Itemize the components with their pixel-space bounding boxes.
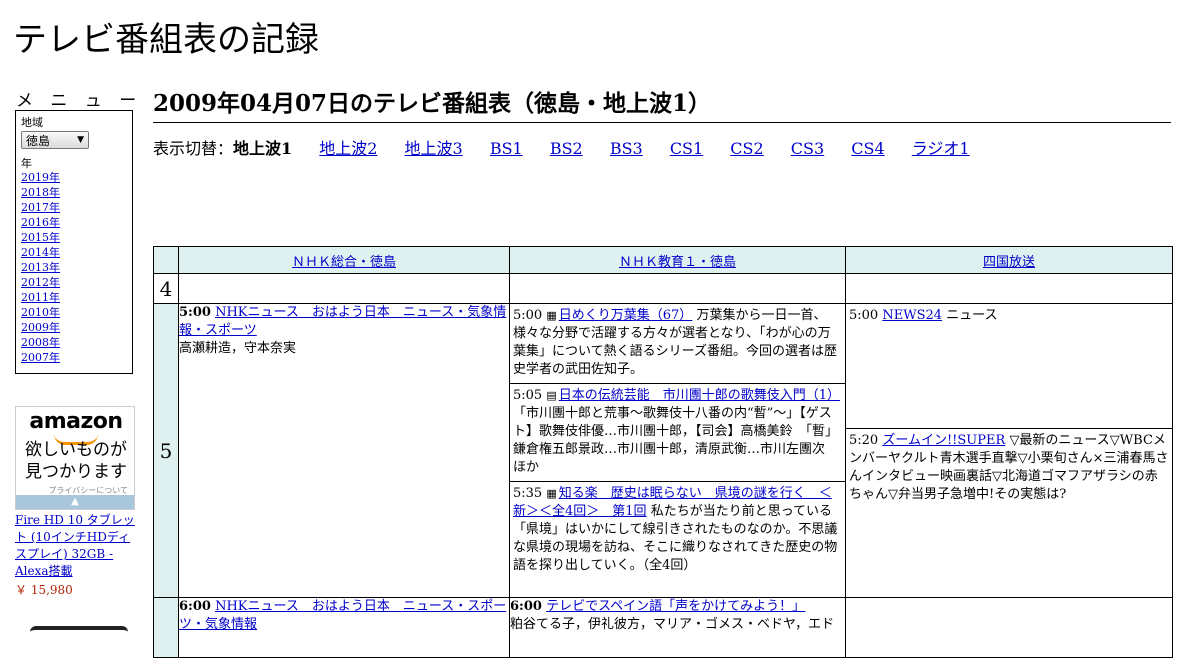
switcher-link-cs4[interactable]: CS4 — [851, 139, 884, 158]
channel-header: ＮＨＫ総合・徳島 — [178, 246, 510, 274]
program-cell: 5:20 ズームイン!!SUPER ▽最新のニュース▽WBCメンバーヤクルト青木… — [846, 429, 1172, 597]
program-time: 5:35 — [513, 486, 543, 501]
empty-slot — [178, 273, 510, 304]
program-tv-icon: ▦ — [546, 487, 557, 500]
switcher-link-radio1[interactable]: ラジオ1 — [912, 139, 970, 158]
switcher-link-cs2[interactable]: CS2 — [730, 139, 763, 158]
ad-next-image — [30, 626, 128, 640]
year-link[interactable]: 2016年 — [21, 216, 60, 229]
year-link[interactable]: 2011年 — [21, 291, 60, 304]
program-cell: 5:35 ▦ 知る楽 歴史は眠らない 県境の謎を行く ＜新＞＜全4回＞ 第1回 私… — [510, 482, 845, 597]
program-time: 5:00 — [179, 305, 211, 320]
program-title-link[interactable]: テレビでスペイン語「声をかけてみよう！」 — [546, 599, 805, 614]
region-select-value: 徳島 — [26, 133, 51, 148]
program-desc: 高瀬耕造，守本奈実 — [179, 341, 297, 356]
year-link[interactable]: 2013年 — [21, 261, 60, 274]
ad-collapse-bar[interactable]: ▲ — [16, 495, 134, 509]
program-desc: ニュース — [946, 308, 998, 323]
ad-price: ￥ 15,980 — [15, 583, 73, 597]
region-label: 地域 — [21, 116, 43, 129]
hour-cell: 4 — [153, 273, 179, 304]
switcher-link-cs1[interactable]: CS1 — [670, 139, 703, 158]
program-cell: 5:00 NEWS24 ニュース — [846, 304, 1172, 429]
program-time: 6:00 — [179, 599, 211, 614]
ad-copy: 欲しいものが 見つかります — [16, 439, 136, 483]
year-link[interactable]: 2015年 — [21, 231, 60, 244]
program-title-link[interactable]: ズームイン!!SUPER — [882, 433, 1005, 448]
program-cell: 5:05 ▤ 日本の伝統芸能 市川團十郎の歌舞伎入門（1） 「市川團十郎と荒事～歌… — [510, 384, 845, 482]
ad-banner[interactable]: amazon 欲しいものが 見つかります プライバシーについて ▲ — [15, 406, 135, 510]
year-link[interactable]: 2018年 — [21, 186, 60, 199]
program-title-link[interactable]: 日めくり万葉集（67） — [559, 308, 693, 323]
corner-cell — [153, 246, 179, 274]
switcher-link-bs3[interactable]: BS3 — [610, 139, 643, 158]
program-title-link[interactable]: 日本の伝統芸能 市川團十郎の歌舞伎入門（1） — [559, 388, 840, 403]
program-cell: 6:00 テレビでスペイン語「声をかけてみよう！」 粕谷てる子，伊礼彼方，マリア… — [509, 597, 846, 658]
program-cell: 5:00 NHKニュース おはよう日本 ニュース・気象情報・スポーツ 高瀬耕造，… — [178, 303, 510, 598]
channel-link-shikoku[interactable]: 四国放送 — [983, 255, 1035, 270]
program-stack: 5:00 ▦ 日めくり万葉集（67） 万葉集から一日一首、様々な分野で活躍する方々… — [509, 303, 846, 598]
program-time: 5:00 — [849, 308, 879, 323]
program-desc: 「市川團十郎と荒事～歌舞伎十八番の内“暫”～」【ゲスト】歌舞伎俳優…市川團十郎，… — [513, 406, 839, 475]
program-time: 5:00 — [513, 308, 543, 323]
program-stack: 5:00 NEWS24 ニュース 5:20 ズームイン!!SUPER ▽最新のニ… — [845, 303, 1173, 598]
switcher-current: 地上波1 — [233, 139, 293, 158]
switcher-link-terrestrial2[interactable]: 地上波2 — [319, 139, 377, 158]
program-cell — [845, 597, 1173, 658]
chevron-up-icon: ▲ — [71, 496, 79, 507]
channel-header: 四国放送 — [845, 246, 1173, 274]
band-switcher: 表示切替：地上波1 地上波2 地上波3 BS1 BS2 BS3 CS1 CS2 … — [153, 135, 992, 159]
year-link[interactable]: 2017年 — [21, 201, 60, 214]
hour-cell — [153, 597, 179, 658]
menu-heading: メ ニ ュ ー — [16, 91, 143, 111]
empty-slot — [509, 273, 846, 304]
schedule-table: ＮＨＫ総合・徳島 ＮＨＫ教育１・徳島 四国放送 4 5 5:00 NHKニュース… — [153, 246, 1173, 658]
year-list: 2019年 2018年 2017年 2016年 2015年 2014年 2013… — [21, 170, 127, 365]
switcher-link-terrestrial3[interactable]: 地上波3 — [405, 139, 463, 158]
channel-header: ＮＨＫ教育１・徳島 — [509, 246, 846, 274]
year-link[interactable]: 2008年 — [21, 336, 60, 349]
program-title-link[interactable]: NEWS24 — [882, 308, 942, 323]
year-link[interactable]: 2010年 — [21, 306, 60, 319]
amazon-logo: amazon — [29, 409, 123, 434]
program-time: 6:00 — [510, 599, 542, 614]
channel-link-nhk-edu[interactable]: ＮＨＫ教育１・徳島 — [619, 255, 736, 270]
year-link[interactable]: 2019年 — [21, 171, 60, 184]
year-link[interactable]: 2014年 — [21, 246, 60, 259]
switcher-link-bs1[interactable]: BS1 — [490, 139, 523, 158]
year-link[interactable]: 2012年 — [21, 276, 60, 289]
ad-copy-line1: 欲しいものが — [25, 440, 127, 460]
channel-link-nhk-general[interactable]: ＮＨＫ総合・徳島 — [292, 255, 396, 270]
program-tv-icon: ▦ — [546, 309, 557, 322]
chevron-down-icon: ▼ — [77, 135, 84, 145]
program-time: 5:05 — [513, 388, 543, 403]
region-select[interactable]: 徳島 ▼ — [21, 131, 89, 149]
amazon-ad: amazon 欲しいものが 見つかります プライバシーについて ▲ Fire H… — [15, 406, 135, 599]
program-title-link[interactable]: NHKニュース おはよう日本 ニュース・気象情報・スポーツ — [179, 305, 506, 338]
program-cell: 5:00 ▦ 日めくり万葉集（67） 万葉集から一日一首、様々な分野で活躍する方々… — [510, 304, 845, 384]
switcher-link-cs3[interactable]: CS3 — [791, 139, 824, 158]
year-link[interactable]: 2009年 — [21, 321, 60, 334]
hour-cell: 5 — [153, 303, 179, 598]
empty-slot — [845, 273, 1173, 304]
program-time: 5:20 — [849, 433, 879, 448]
program-desc: 粕谷てる子，伊礼彼方，マリア・ゴメス・ベドヤ，エド — [510, 617, 835, 632]
ad-product-link[interactable]: Fire HD 10 タブレット (10インチHDディスプレイ) 32GB - … — [15, 513, 135, 578]
page-title: 2009年04月07日のテレビ番組表（徳島・地上波1） — [153, 84, 1171, 123]
ad-copy-line2: 見つかります — [25, 462, 127, 482]
program-cell: 6:00 NHKニュース おはよう日本 ニュース・スポーツ・気象情報 — [178, 597, 510, 658]
program-radio-icon: ▤ — [546, 389, 557, 402]
program-title-link[interactable]: NHKニュース おはよう日本 ニュース・スポーツ・気象情報 — [179, 599, 506, 632]
year-link[interactable]: 2007年 — [21, 351, 60, 364]
menu-box: 地域 徳島 ▼ 年 2019年 2018年 2017年 2016年 2015年 … — [15, 110, 133, 374]
switcher-label: 表示切替： — [153, 139, 234, 158]
year-label: 年 — [21, 157, 32, 170]
switcher-link-bs2[interactable]: BS2 — [550, 139, 583, 158]
site-title: テレビ番組表の記録 — [13, 20, 319, 60]
